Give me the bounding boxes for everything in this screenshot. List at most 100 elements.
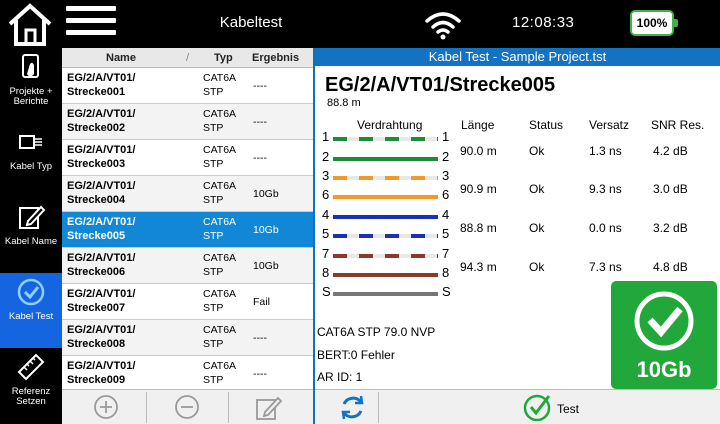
column-header-typ[interactable]: Typ	[214, 52, 233, 64]
pair-status: Ok	[529, 260, 545, 274]
table-row[interactable]: EG/2/A/VT01/Strecke001 CAT6A STP ----	[62, 68, 313, 104]
table-row[interactable]: EG/2/A/VT01/Strecke003 CAT6A STP ----	[62, 140, 313, 176]
row-name: EG/2/A/VT01/Strecke006	[67, 251, 197, 279]
pin-label-left: 4	[322, 207, 330, 222]
pin-label-left: S	[322, 284, 331, 299]
pin-label-right: 7	[442, 246, 450, 261]
pair-status: Ok	[529, 144, 545, 158]
row-type-line1: CAT6A	[203, 72, 237, 84]
row-type-line2: STP	[203, 230, 224, 242]
row-name-line2: Strecke003	[67, 158, 126, 170]
pin-label-right: 6	[442, 187, 450, 202]
wire-line	[333, 254, 438, 258]
row-name-line2: Strecke001	[67, 86, 126, 98]
pair-length: 94.3 m	[460, 260, 497, 274]
row-type-line2: STP	[203, 338, 224, 350]
projects-icon	[22, 54, 39, 78]
pin-label-left: 1	[322, 129, 330, 144]
pin-label-left: 7	[322, 246, 330, 261]
list-toolbar	[62, 389, 313, 424]
row-type-line1: CAT6A	[203, 108, 237, 120]
pair-length: 90.9 m	[460, 182, 497, 196]
row-name: EG/2/A/VT01/Strecke002	[67, 107, 197, 135]
row-name: EG/2/A/VT01/Strecke007	[67, 287, 197, 315]
row-type-line1: CAT6A	[203, 360, 237, 372]
edit-icon	[256, 396, 283, 420]
row-type: CAT6A STP	[203, 323, 251, 351]
row-name-line2: Strecke006	[67, 266, 126, 278]
pin-label-right: 4	[442, 207, 450, 222]
menu-icon-bar	[66, 18, 116, 23]
cable-type-icon	[19, 135, 42, 149]
refresh-icon	[341, 395, 364, 420]
home-icon	[8, 3, 52, 46]
cable-name: EG/2/A/VT01/Strecke005	[325, 74, 556, 96]
test-button[interactable]: Test	[515, 392, 595, 423]
table-row[interactable]: EG/2/A/VT01/Strecke009 CAT6A STP ----	[62, 356, 313, 392]
row-type: CAT6A STP	[203, 179, 251, 207]
row-type-line2: STP	[203, 122, 224, 134]
refresh-button[interactable]	[325, 392, 379, 423]
table-row[interactable]: EG/2/A/VT01/Strecke004 CAT6A STP 10Gb	[62, 176, 313, 212]
test-button-label: Test	[557, 402, 580, 416]
sidebar-item-cable-type[interactable]: Kabel Typ	[0, 123, 62, 198]
wifi-icon	[425, 10, 461, 40]
list-header: Name / Typ Ergebnis	[62, 48, 313, 68]
row-name-line1: EG/2/A/VT01/	[67, 108, 136, 120]
column-header-name[interactable]: Name	[106, 52, 136, 64]
table-row[interactable]: EG/2/A/VT01/Strecke002 CAT6A STP ----	[62, 104, 313, 140]
pair-snr: 3.2 dB	[653, 221, 688, 235]
table-row[interactable]: EG/2/A/VT01/Strecke008 CAT6A STP ----	[62, 320, 313, 356]
sidebar-item-cable-name[interactable]: Kabel Name	[0, 198, 62, 273]
row-type-line2: STP	[203, 374, 224, 386]
app-title: Kabeltest	[219, 14, 283, 31]
row-type-line2: STP	[203, 302, 224, 314]
table-row[interactable]: EG/2/A/VT01/Strecke006 CAT6A STP 10Gb	[62, 248, 313, 284]
pin-label-left: 2	[322, 149, 330, 164]
row-name-line1: EG/2/A/VT01/	[67, 180, 136, 192]
wire-line	[333, 273, 438, 277]
table-row[interactable]: EG/2/A/VT01/Strecke005 CAT6A STP 10Gb	[62, 212, 313, 248]
pin-label-left: 6	[322, 187, 330, 202]
menu-icon	[66, 6, 116, 11]
clock: 12:08:33	[512, 14, 575, 31]
sidebar-item-projects[interactable]: Projekte + Berichte	[0, 48, 62, 123]
row-result: 10Gb	[253, 224, 279, 236]
pin-label-right: 5	[442, 226, 450, 241]
row-type-line2: STP	[203, 86, 224, 98]
pair-length: 88.8 m	[460, 221, 497, 235]
column-header-delay: Versatz	[589, 118, 630, 132]
table-row[interactable]: EG/2/A/VT01/Strecke007 CAT6A STP Fail	[62, 284, 313, 320]
row-type-line1: CAT6A	[203, 144, 237, 156]
row-name-line1: EG/2/A/VT01/	[67, 216, 136, 228]
remove-cable-button[interactable]	[146, 392, 226, 423]
column-header-status: Status	[529, 118, 564, 132]
row-result: ----	[253, 152, 267, 164]
pair-status: Ok	[529, 182, 545, 196]
edit-cable-button[interactable]	[228, 392, 308, 423]
row-name-line1: EG/2/A/VT01/	[67, 72, 136, 84]
minus-circle-icon	[175, 395, 199, 419]
pair-snr: 4.2 dB	[653, 144, 688, 158]
column-header-result[interactable]: Ergebnis	[252, 52, 299, 64]
menu-button[interactable]	[66, 6, 116, 44]
home-button[interactable]	[6, 2, 54, 46]
row-name: EG/2/A/VT01/Strecke001	[67, 71, 197, 99]
pin-label-right: 8	[442, 265, 450, 280]
pin-label-right: 3	[442, 168, 450, 183]
row-name-line1: EG/2/A/VT01/	[67, 288, 136, 300]
row-name-line1: EG/2/A/VT01/	[67, 360, 136, 372]
row-name: EG/2/A/VT01/Strecke008	[67, 323, 197, 351]
add-cable-button[interactable]	[64, 392, 144, 423]
plus-circle-icon	[94, 395, 118, 419]
wire-line	[333, 195, 438, 199]
sidebar-item-cable-test[interactable]: Kabel Test	[0, 273, 62, 348]
row-name-line1: EG/2/A/VT01/	[67, 144, 136, 156]
result-badge-label: 10Gb	[636, 357, 692, 382]
row-name-line1: EG/2/A/VT01/	[67, 324, 136, 336]
row-type-line2: STP	[203, 194, 224, 206]
sidebar-item-label: Projekte + Berichte	[9, 86, 53, 107]
cable-spec: CAT6A STP 79.0 NVP	[317, 325, 436, 339]
sidebar-item-reference[interactable]: Referenz Setzen	[0, 348, 62, 423]
row-result: 10Gb	[253, 188, 279, 200]
